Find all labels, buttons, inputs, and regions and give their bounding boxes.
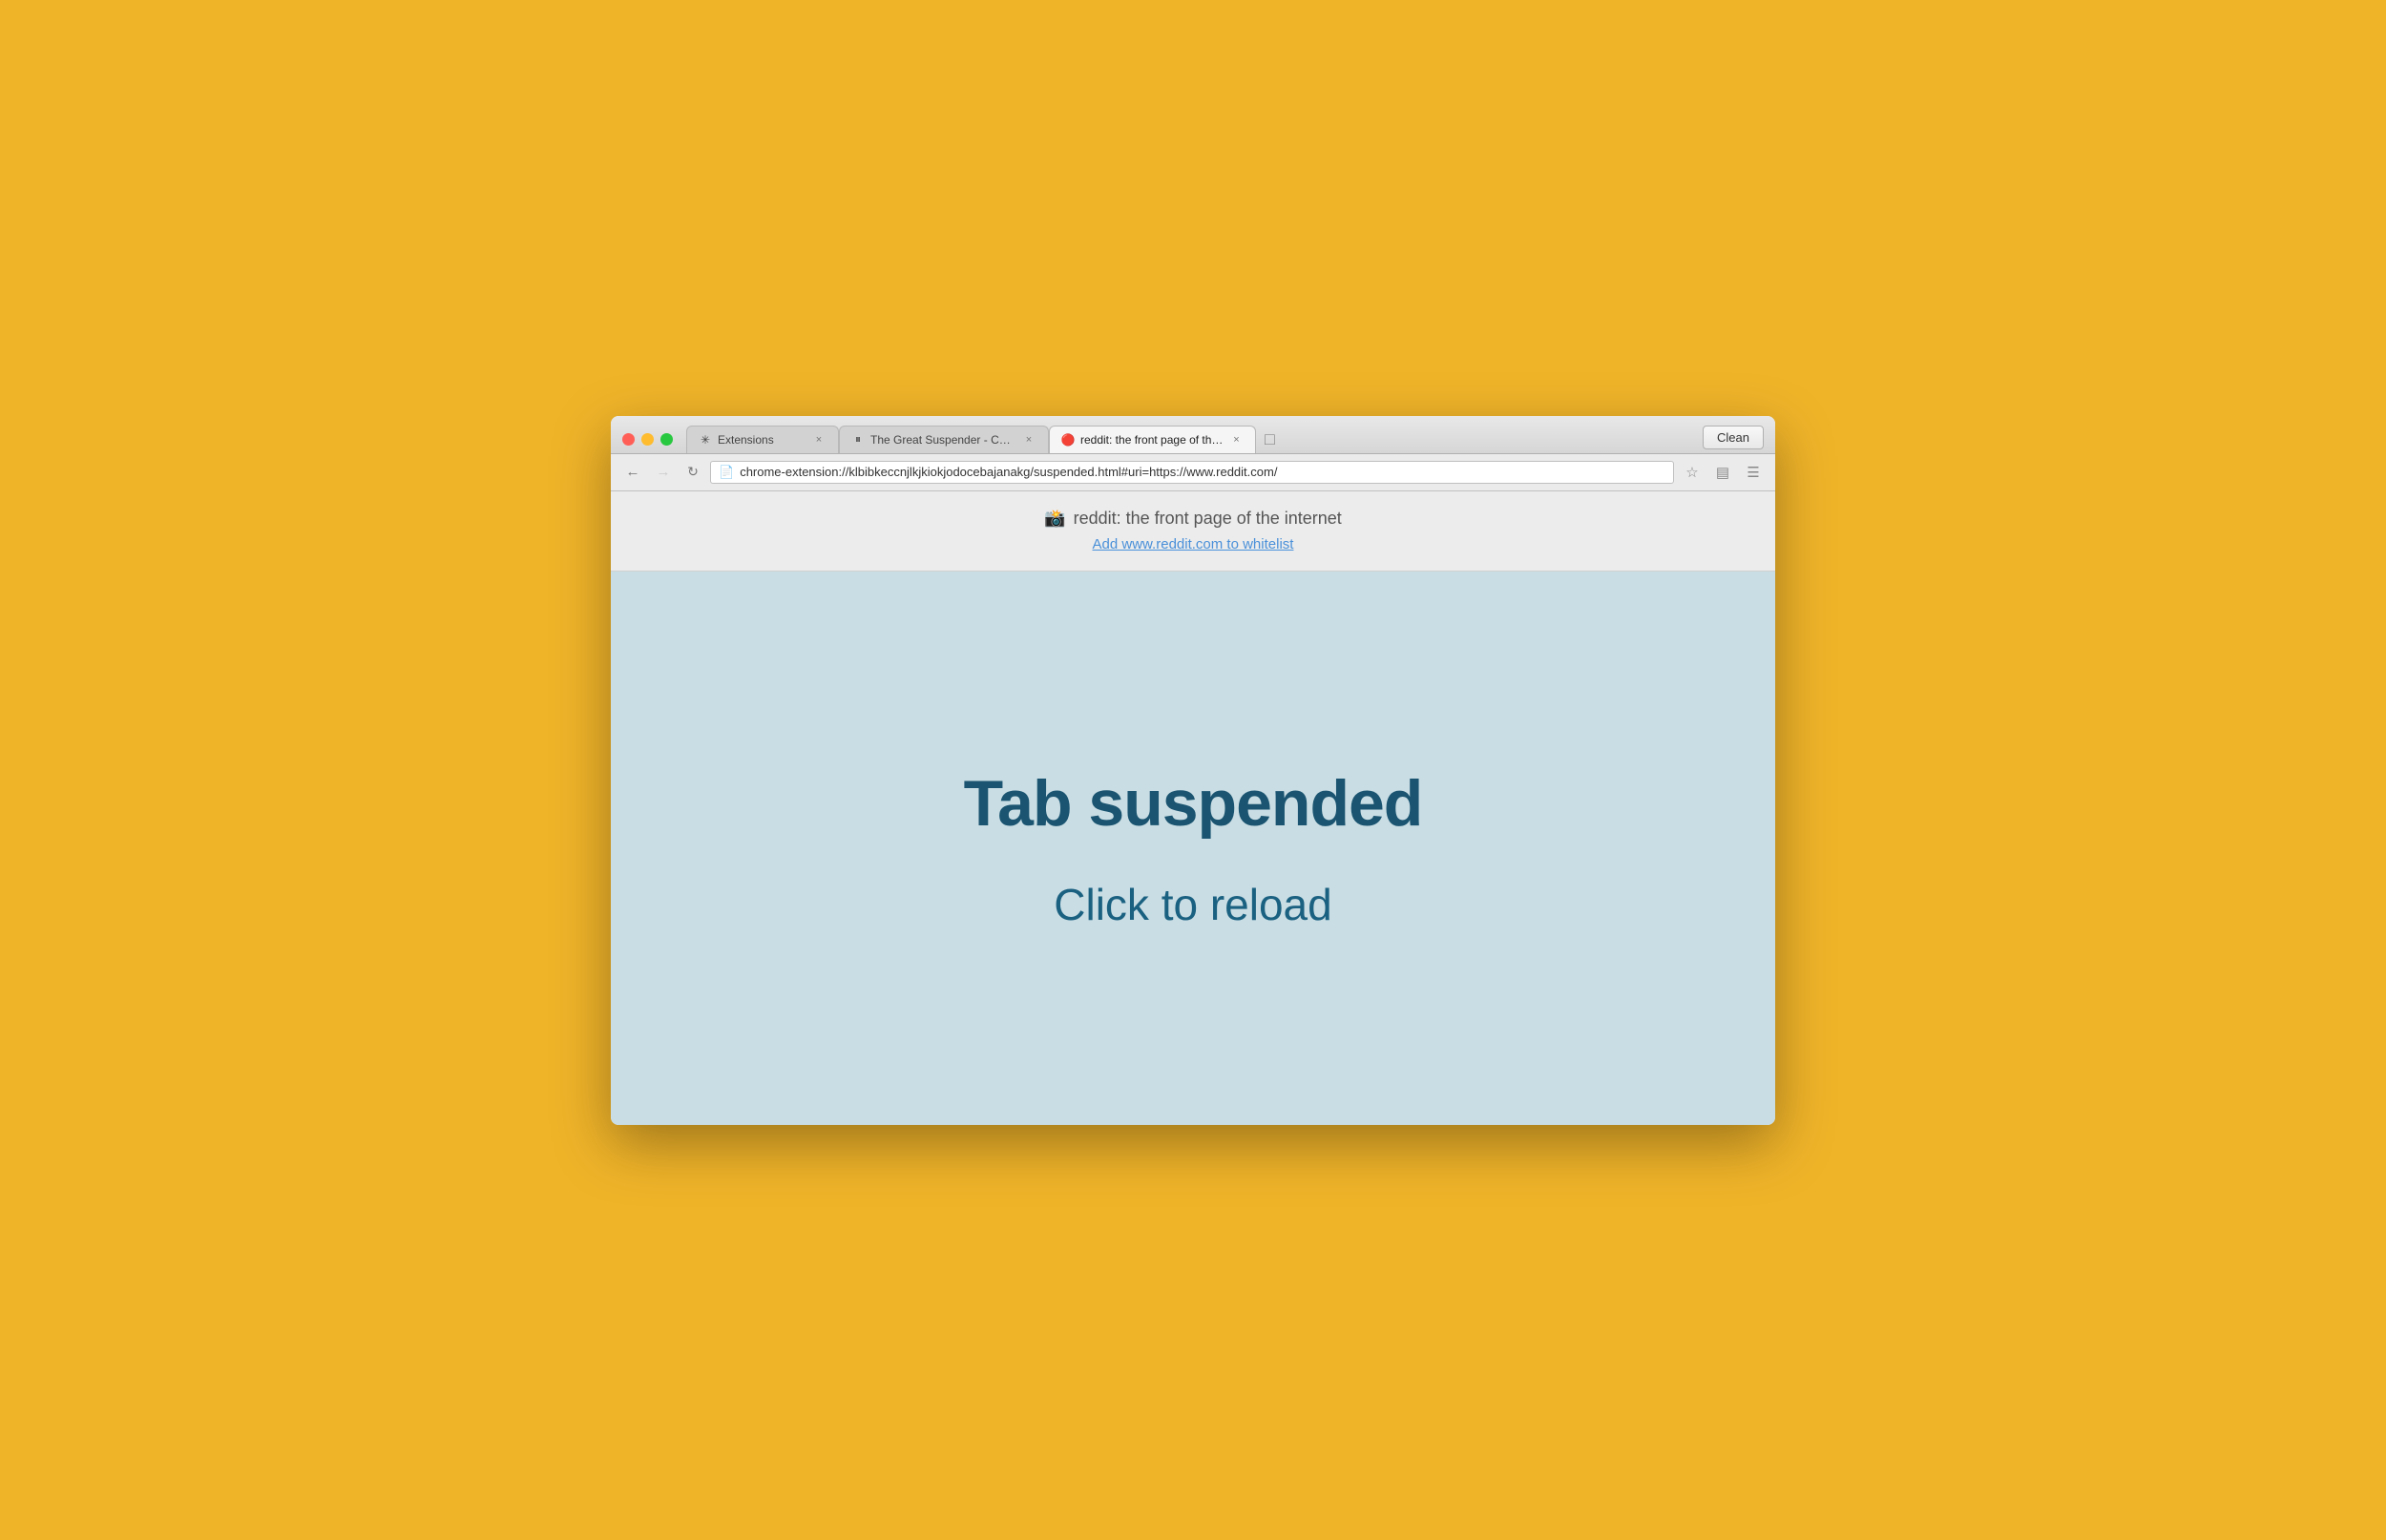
close-window-button[interactable] xyxy=(622,433,635,446)
reddit-tab-icon: 🔴 xyxy=(1061,433,1075,447)
tab-great-suspender-close-button[interactable]: × xyxy=(1021,432,1036,447)
forward-button[interactable]: → xyxy=(651,460,676,485)
reddit-logo-icon: 📸 xyxy=(1044,509,1065,529)
tab-reddit-label: reddit: the front page of th… xyxy=(1080,433,1223,447)
tab-great-suspender[interactable]: ⏸ The Great Suspender - Ch… × xyxy=(839,426,1049,453)
page-header: 📸 reddit: the front page of the internet… xyxy=(611,491,1775,572)
tab-extensions[interactable]: ✳ Extensions × xyxy=(686,426,839,453)
page-title-row: 📸 reddit: the front page of the internet xyxy=(630,509,1756,529)
puzzle-icon: ✳ xyxy=(699,433,712,447)
tab-reddit-close-button[interactable]: × xyxy=(1228,432,1244,447)
browser-window: ✳ Extensions × ⏸ The Great Suspender - C… xyxy=(611,416,1775,1125)
extension-icon: ▤ xyxy=(1716,464,1729,481)
reload-button[interactable]: ↻ xyxy=(681,461,704,484)
new-tab-button[interactable]: □ xyxy=(1256,427,1283,453)
whitelist-link[interactable]: Add www.reddit.com to whitelist xyxy=(1093,536,1294,552)
url-input[interactable] xyxy=(740,465,1665,479)
page-icon: 📄 xyxy=(719,465,734,480)
page-content[interactable]: Tab suspended Click to reload xyxy=(611,572,1775,1125)
menu-button[interactable]: ☰ xyxy=(1741,460,1766,485)
title-bar: ✳ Extensions × ⏸ The Great Suspender - C… xyxy=(611,416,1775,454)
new-tab-icon: □ xyxy=(1265,429,1275,449)
click-to-reload-text[interactable]: Click to reload xyxy=(1054,879,1331,930)
window-controls xyxy=(622,433,673,446)
star-icon: ☆ xyxy=(1685,464,1698,481)
tabs-bar: ✳ Extensions × ⏸ The Great Suspender - C… xyxy=(686,426,1703,453)
hamburger-icon: ☰ xyxy=(1747,464,1759,481)
suspender-icon: ⏸ xyxy=(851,433,865,447)
tab-extensions-close-button[interactable]: × xyxy=(811,432,827,447)
maximize-window-button[interactable] xyxy=(660,433,673,446)
bookmark-button[interactable]: ☆ xyxy=(1680,460,1705,485)
title-bar-top-row: ✳ Extensions × ⏸ The Great Suspender - C… xyxy=(622,426,1764,453)
site-title: reddit: the front page of the internet xyxy=(1074,509,1342,529)
extension-button[interactable]: ▤ xyxy=(1710,460,1735,485)
suspended-title: Tab suspended xyxy=(964,766,1423,841)
minimize-window-button[interactable] xyxy=(641,433,654,446)
tab-extensions-label: Extensions xyxy=(718,433,806,447)
back-button[interactable]: ← xyxy=(620,460,645,485)
address-bar: ← → ↻ 📄 ☆ ▤ ☰ xyxy=(611,454,1775,491)
tab-great-suspender-label: The Great Suspender - Ch… xyxy=(870,433,1015,447)
url-bar-container: 📄 xyxy=(710,461,1674,484)
tab-reddit[interactable]: 🔴 reddit: the front page of th… × xyxy=(1049,426,1256,453)
clean-button[interactable]: Clean xyxy=(1703,426,1764,449)
